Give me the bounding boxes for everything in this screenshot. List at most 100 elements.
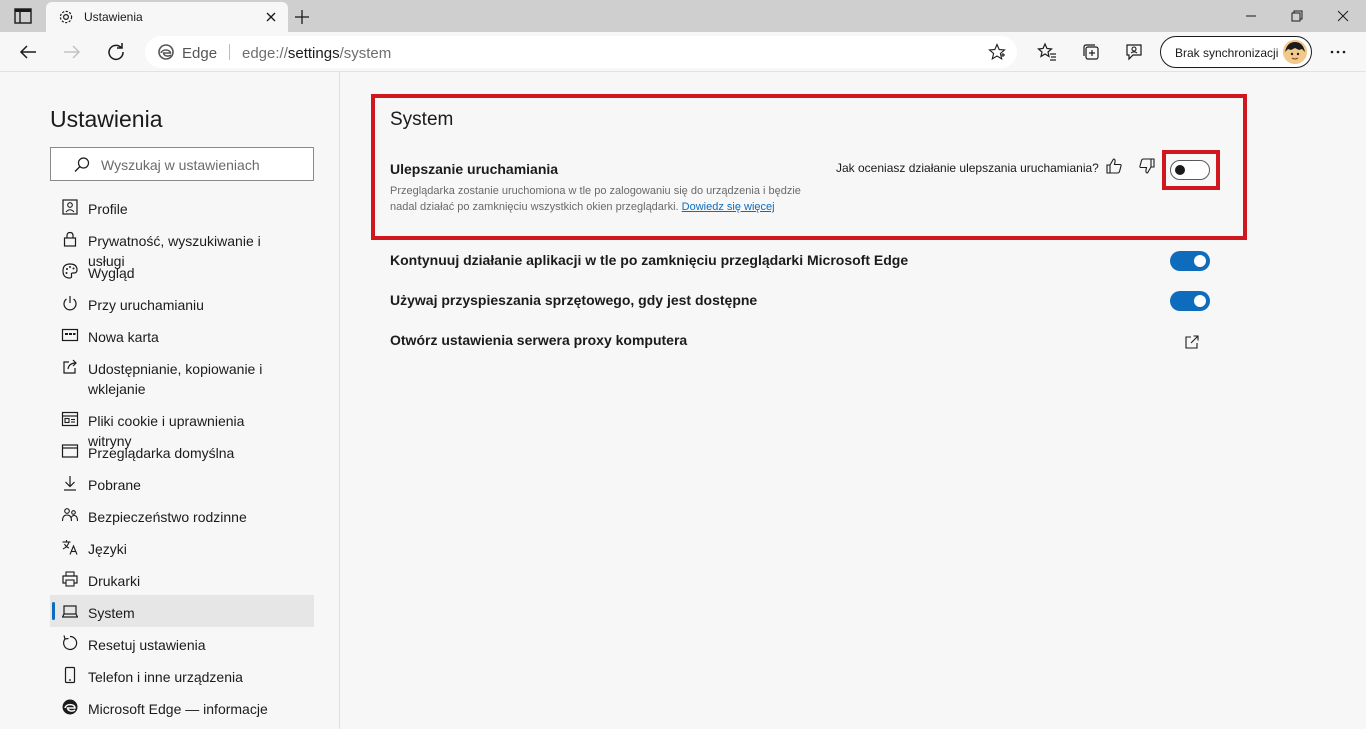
sidebar-item-label: Udostępnianie, kopiowanie i wklejanie: [88, 361, 263, 397]
tab-actions-icon[interactable]: [14, 8, 32, 24]
sidebar-item-privacy[interactable]: Prywatność, wyszukiwanie i usługi: [50, 223, 314, 269]
sidebar-item-new-tab[interactable]: Nowa karta: [50, 319, 314, 351]
setting-row-proxy[interactable]: Otwórz ustawienia serwera proxy komputer…: [390, 331, 1210, 351]
sidebar-item-label: Języki: [88, 541, 127, 557]
profile-icon: [62, 199, 78, 215]
learn-more-link[interactable]: Dowiedz się więcej: [682, 201, 775, 213]
share-icon: [63, 359, 77, 374]
sidebar-item-family-safety[interactable]: Bezpieczeństwo rodzinne: [50, 499, 314, 531]
system-icon: [61, 605, 79, 618]
sidebar-item-label: Profile: [88, 201, 128, 217]
address-bar[interactable]: Edge edge://settings/system: [145, 36, 1017, 68]
startup-boost-title: Ulepszanie uruchamiania: [390, 161, 559, 177]
startup-boost-toggle[interactable]: [1170, 160, 1210, 180]
sidebar-item-phone[interactable]: Telefon i inne urządzenia: [50, 659, 314, 691]
setting-row-hardware-acceleration: Używaj przyspieszania sprzętowego, gdy j…: [390, 291, 1210, 311]
sidebar-item-label: Przeglądarka domyślna: [88, 445, 235, 461]
forward-arrow-icon: [64, 45, 81, 59]
printer-icon: [62, 571, 78, 587]
setting-label: Kontynuuj działanie aplikacji w tle po z…: [390, 252, 909, 268]
toggle-knob: [1194, 295, 1206, 307]
tab-title: Ustawienia: [84, 10, 143, 24]
sidebar-item-languages[interactable]: Języki: [50, 531, 314, 563]
address-separator: [229, 44, 230, 60]
settings-page: Ustawienia Profile: [0, 72, 1366, 729]
default-browser-icon: [61, 444, 79, 458]
sidebar-title: Ustawienia: [50, 106, 163, 132]
restore-icon[interactable]: [1274, 0, 1320, 32]
search-icon: [74, 157, 90, 172]
lock-icon: [63, 231, 77, 247]
setting-row-background-apps: Kontynuuj działanie aplikacji w tle po z…: [390, 251, 1210, 271]
url-text[interactable]: edge://settings/system: [242, 45, 391, 62]
background-apps-toggle[interactable]: [1170, 251, 1210, 271]
sidebar-item-label: Bezpieczeństwo rodzinne: [88, 509, 247, 525]
profile-sync-label: Brak synchronizacji: [1175, 46, 1279, 60]
startup-boost-description: Przeglądarka zostanie uruchomiona w tle …: [390, 185, 801, 213]
edge-label: Edge: [182, 45, 218, 62]
setting-label: Otwórz ustawienia serwera proxy komputer…: [390, 332, 688, 348]
settings-content: System Ulepszanie uruchamiania Przegląda…: [341, 72, 1366, 729]
title-bar: Ustawienia: [0, 0, 1366, 32]
browser-toolbar: Edge edge://settings/system Brak synchro…: [0, 32, 1366, 72]
search-box[interactable]: [50, 147, 314, 181]
feedback-icon[interactable]: [1124, 42, 1144, 62]
favorites-icon[interactable]: [1037, 42, 1057, 62]
settings-sidebar: Ustawienia Profile: [0, 72, 340, 729]
external-link-icon[interactable]: [1184, 334, 1200, 350]
sidebar-item-profile[interactable]: Profile: [50, 191, 314, 223]
toggle-knob: [1194, 255, 1206, 267]
more-options-icon[interactable]: [1326, 42, 1350, 62]
sidebar-item-system[interactable]: System: [50, 595, 314, 627]
refresh-icon[interactable]: [104, 40, 128, 64]
sidebar-item-label: Wygląd: [88, 265, 135, 281]
reset-icon: [63, 635, 78, 651]
sidebar-item-default-browser[interactable]: Przeglądarka domyślna: [50, 435, 314, 467]
profile-button[interactable]: Brak synchronizacji: [1160, 36, 1312, 68]
family-icon: [61, 508, 79, 522]
sidebar-item-about[interactable]: Microsoft Edge — informacje: [50, 691, 314, 723]
page-title: System: [390, 109, 454, 130]
download-icon: [64, 476, 76, 491]
sidebar-item-label: Resetuj ustawienia: [88, 637, 206, 653]
thumbs-down-icon[interactable]: [1138, 157, 1156, 175]
edge-logo-icon: [158, 44, 174, 60]
search-input[interactable]: [101, 156, 301, 174]
palette-icon: [62, 263, 78, 279]
sidebar-item-reset[interactable]: Resetuj ustawienia: [50, 627, 314, 659]
close-tab-icon[interactable]: [264, 10, 278, 24]
sidebar-item-label: System: [88, 605, 135, 621]
phone-icon: [64, 666, 76, 684]
sidebar-item-label: Microsoft Edge — informacje: [88, 701, 268, 717]
sidebar-item-label: Przy uruchamianiu: [88, 297, 204, 313]
sidebar-item-startup[interactable]: Przy uruchamianiu: [50, 287, 314, 319]
avatar: [1283, 40, 1307, 64]
power-icon: [63, 296, 77, 311]
toggle-knob: [1175, 165, 1185, 175]
sidebar-item-share-copy-paste[interactable]: Udostępnianie, kopiowanie i wklejanie: [50, 351, 314, 403]
hardware-acceleration-toggle[interactable]: [1170, 291, 1210, 311]
edge-logo-icon: [62, 699, 78, 715]
sidebar-item-appearance[interactable]: Wygląd: [50, 255, 314, 287]
sidebar-nav: Profile Prywatność, wyszukiwanie i usług…: [50, 191, 314, 723]
sidebar-item-downloads[interactable]: Pobrane: [50, 467, 314, 499]
thumbs-up-icon[interactable]: [1105, 157, 1123, 175]
languages-icon: [62, 540, 78, 555]
setting-label: Używaj przyspieszania sprzętowego, gdy j…: [390, 292, 758, 308]
sidebar-item-printers[interactable]: Drukarki: [50, 563, 314, 595]
new-tab-icon[interactable]: [292, 7, 312, 27]
sidebar-item-cookies[interactable]: Pliki cookie i uprawnienia witryny: [50, 403, 314, 449]
sidebar-item-label: Nowa karta: [88, 329, 159, 345]
rating-question: Jak oceniasz działanie ulepszania urucha…: [836, 161, 1099, 175]
favorite-star-icon[interactable]: [988, 43, 1006, 61]
back-arrow-icon[interactable]: [16, 40, 40, 64]
sidebar-item-label: Drukarki: [88, 573, 141, 589]
collections-icon[interactable]: [1081, 42, 1101, 62]
new-tab-page-icon: [61, 328, 79, 342]
gear-icon: [59, 10, 73, 24]
browser-tab[interactable]: Ustawienia: [46, 2, 288, 32]
close-window-icon[interactable]: [1320, 0, 1366, 32]
sidebar-item-label: Telefon i inne urządzenia: [88, 669, 243, 685]
minimize-icon[interactable]: [1228, 0, 1274, 32]
sidebar-item-label: Pobrane: [88, 477, 141, 493]
